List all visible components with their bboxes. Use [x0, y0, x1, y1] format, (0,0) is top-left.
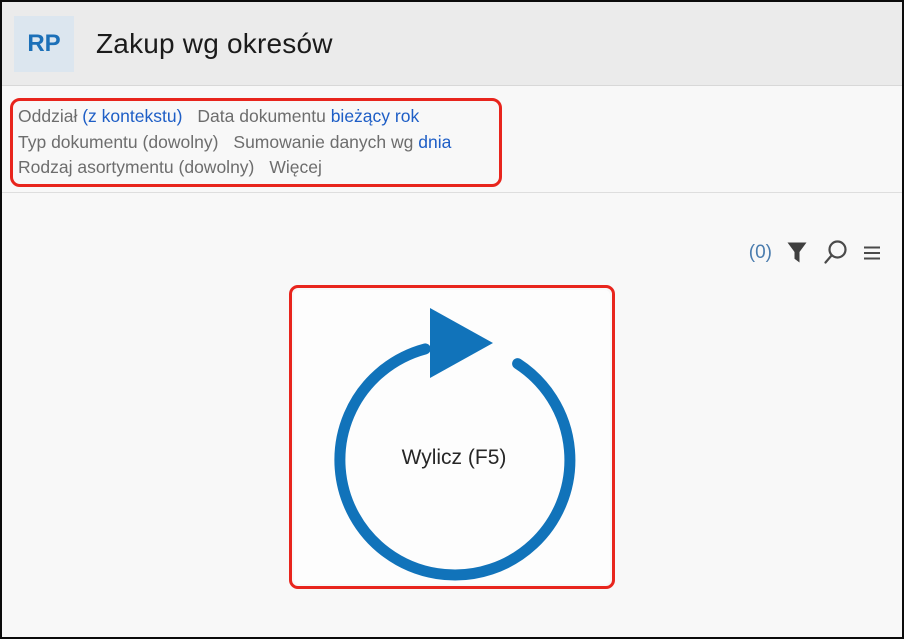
filter-row: Oddział (z kontekstu) Data dokumentu bie… [18, 104, 451, 130]
filter-label: Oddział [18, 106, 78, 126]
filter-label: Sumowanie danych wg [233, 131, 414, 152]
filter-row: Rodzaj asortymentu (dowolny) Więcej [18, 155, 451, 181]
filter-data-dokumentu[interactable]: Data dokumentu bieżący rok [197, 104, 419, 130]
search-icon[interactable] [822, 239, 849, 267]
filter-label: Więcej [269, 157, 322, 177]
calculate-button-label: Wylicz (F5) [401, 446, 507, 469]
filter-typ-dokumentu[interactable]: Typ dokumentu (dowolny) [18, 130, 218, 156]
filter-oddzial[interactable]: Oddział (z kontekstu) [18, 104, 182, 130]
app-logo-badge: RP [14, 16, 74, 72]
filter-toolbar: (0) [749, 235, 881, 271]
refresh-run-icon [334, 308, 576, 581]
filter-funnel-icon[interactable] [786, 241, 808, 265]
filter-label: Typ dokumentu [18, 131, 138, 152]
filter-value[interactable]: bieżący rok [331, 106, 420, 126]
filter-label: Data dokumentu [197, 106, 326, 126]
filter-value[interactable]: (z kontekstu) [82, 106, 182, 126]
calculate-button[interactable]: Wylicz (F5) [294, 290, 610, 584]
menu-icon[interactable] [863, 244, 881, 262]
app-header: RP Zakup wg okresów [2, 2, 902, 86]
filter-value[interactable]: dnia [418, 132, 451, 152]
annotation-box-calculate: Wylicz (F5) [289, 285, 615, 589]
filter-sumowanie-danych[interactable]: Sumowanie danych wg dnia [233, 130, 451, 156]
filter-value[interactable]: (dowolny) [143, 132, 219, 152]
filter-rodzaj-asortymentu[interactable]: Rodzaj asortymentu (dowolny) [18, 155, 254, 181]
filter-label: Rodzaj asortymentu [18, 157, 174, 177]
filter-list: Oddział (z kontekstu) Data dokumentu bie… [18, 104, 451, 181]
filter-count-badge: (0) [748, 242, 772, 263]
app-window: RP Zakup wg okresów Oddział (z kontekstu… [0, 0, 904, 639]
filter-more-link[interactable]: Więcej [269, 155, 322, 181]
filter-row: Typ dokumentu (dowolny) Sumowanie danych… [18, 130, 451, 156]
filter-bar: Oddział (z kontekstu) Data dokumentu bie… [2, 87, 902, 264]
filter-value[interactable]: (dowolny) [179, 157, 255, 177]
page-title: Zakup wg okresów [96, 28, 333, 59]
